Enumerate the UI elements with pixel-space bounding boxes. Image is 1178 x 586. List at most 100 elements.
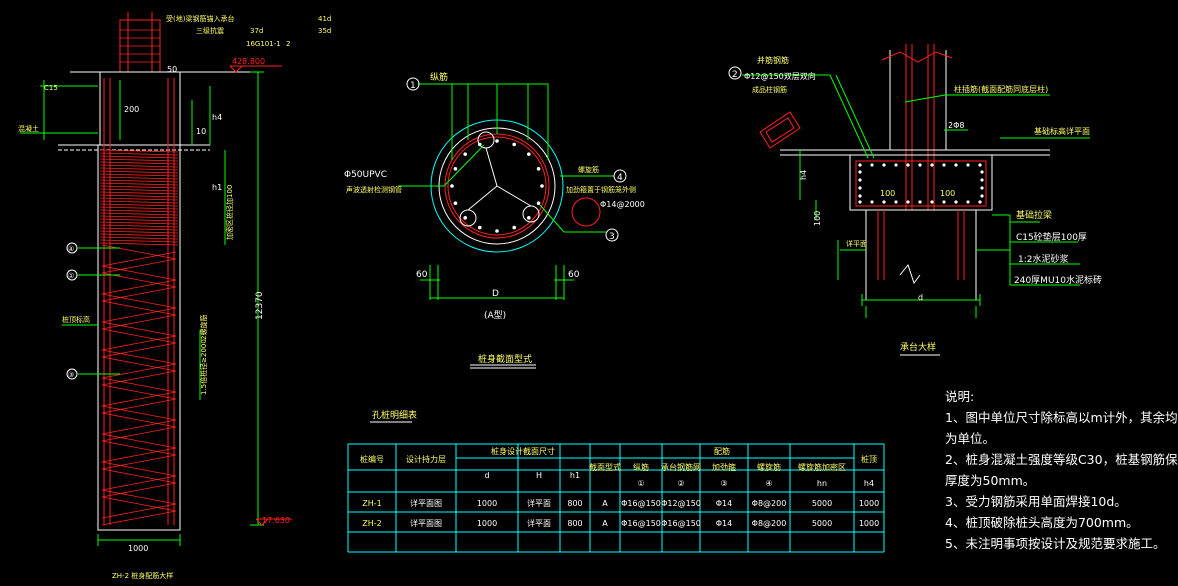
left-top-note2-val: 35d [318, 27, 331, 35]
notes-item-3: 2、桩身混凝土强度等级C30，桩基钢筋保护层 [945, 452, 1178, 467]
section-marker-3: 3 [609, 232, 615, 242]
table-col-luoxuan: 螺旋筋 [757, 462, 781, 472]
left-dim-h1: h1 [212, 183, 222, 192]
left-vertical-label2: 1.5倍桩径≥2000 [199, 339, 208, 395]
notes-item-1: 1、图中单位尺寸除标高以m计外，其余均以mm [945, 410, 1178, 425]
notes-title: 说明: [945, 389, 975, 404]
left-top-note2-mid: 37d [250, 27, 263, 35]
cap-label-e: 基础拉梁 [1016, 209, 1052, 221]
table-col-hn: hn [817, 479, 827, 488]
left-markers: ④ ① ③ [66, 242, 78, 380]
table-cell: ZH-2 [362, 519, 381, 528]
table-col-h4: h4 [864, 479, 874, 488]
table-col-jiaqiang: 承台钢筋网 [661, 462, 701, 472]
table-col-sheji: 设计持力层 [406, 454, 446, 464]
table-cell: Φ16@150 [661, 519, 701, 528]
cap-label-pm: 详平面 [846, 239, 867, 248]
left-top-note3-val: 2 [286, 40, 290, 48]
section-markers: 1 4 3 [406, 77, 627, 242]
table-col-last: 桩顶 [861, 454, 877, 464]
cap-label-h: 240厚MU10水泥标砖 [1014, 274, 1102, 286]
cap-dim-h4: h4 [799, 170, 808, 180]
table-cell: ZH-1 [362, 499, 381, 508]
section-title: 桩身截面型式 [478, 353, 532, 365]
cap-label-f: C15砼垫层100厚 [1016, 231, 1087, 243]
left-label-concrete: 混凝土 [18, 124, 39, 133]
table-cell: Φ16@150 [621, 499, 661, 508]
table-title: 孔桩明细表 [372, 409, 417, 421]
left-top-note1: 受(地)梁钢筋锚入承台 [166, 14, 234, 23]
cap-label-c: 2Φ8 [948, 121, 964, 130]
table-cell: 1000 [477, 519, 497, 528]
table-col-num2: ② [677, 479, 684, 488]
left-top-note3: 16G101-1 [246, 40, 281, 48]
table-cell: 800 [567, 519, 582, 528]
table-col-num1: ① [637, 479, 644, 488]
section-dim-right: 60 [568, 270, 580, 280]
pile-elevation-detail [20, 12, 292, 546]
table-cell: 详平面图 [410, 498, 442, 508]
left-elev-top: 428.800 [232, 57, 265, 66]
section-label-stiff1: 加劲箍置于钢筋笼外侧 [566, 185, 636, 194]
notes-item-2: 为单位。 [945, 431, 996, 446]
left-label-c15: C15 [44, 84, 58, 92]
table-cell: 详平面 [527, 518, 551, 528]
table-col-zhuanghao: 桩编号 [360, 454, 384, 464]
table-cell: 详平面 [527, 498, 551, 508]
table-cell: 5000 [812, 499, 832, 508]
left-vertical-label1: 加密区桩径加100 [225, 185, 234, 240]
table-cell: Φ16@150 [621, 519, 661, 528]
table-cell: Φ8@200 [752, 519, 787, 528]
table-cell: Φ14 [716, 499, 732, 508]
cap-label-d: 基础标高详平面 [1034, 126, 1090, 136]
notes-item-7: 5、未注明事项按设计及规范要求施工。 [945, 536, 1166, 551]
cap-marker-2: 2 [732, 70, 738, 80]
left-caption: ZH-2 桩身配筋大样 [112, 571, 173, 580]
cap-title: 承台大样 [900, 341, 936, 353]
cap-dim-100a: 100 [880, 189, 895, 198]
left-marker-3: ③ [68, 371, 74, 379]
section-label-zongjin: 纵筋 [430, 71, 448, 83]
cap-label-a1: 并筋钢筋 [757, 55, 789, 65]
left-dim-10: 10 [196, 127, 206, 136]
left-dim-200: 200 [124, 105, 139, 114]
table-cell: Φ14 [716, 519, 732, 528]
left-dim-total: 12370 [255, 291, 265, 320]
table-col-num3: ③ [720, 479, 727, 488]
pile-section-drawing [398, 83, 614, 369]
left-marker-1: ① [68, 272, 74, 280]
section-marker-4: 4 [617, 173, 623, 183]
section-dim-left: 60 [416, 270, 428, 280]
left-top-note2: 三级抗震 [196, 26, 224, 35]
table-cell: 5000 [812, 519, 832, 528]
table-cell: A [602, 519, 608, 528]
table-col-h1: h1 [570, 471, 580, 480]
table-cell: 1000 [477, 499, 497, 508]
table-cell: 1000 [859, 519, 879, 528]
table-cell: 800 [567, 499, 582, 508]
cap-markers: 2 [728, 66, 742, 80]
table-cell: 1000 [859, 499, 879, 508]
left-dim-width: 1000 [128, 544, 148, 553]
table-header-group1: 桩身设计截面尺寸 [491, 446, 555, 456]
left-dim-h4: h4 [212, 113, 222, 122]
cap-dim-100c: 100 [813, 211, 822, 226]
notes-item-5: 3、受力钢筋采用单面焊接10d。 [945, 494, 1127, 509]
section-marker-1: 1 [410, 81, 416, 91]
section-label-stiff2: Φ14@2000 [600, 200, 645, 209]
table-col-zongjin: 纵筋 [633, 462, 649, 472]
cap-label-b: 柱插筋(截面配筋同底层柱) [954, 84, 1048, 94]
cap-dim-d: d [918, 293, 923, 302]
section-label-pipe2: 声波透射检测钢管 [346, 185, 402, 194]
design-notes: 说明: 1、图中单位尺寸除标高以m计外，其余均以mm 为单位。 2、桩身混凝土强… [945, 386, 1178, 554]
left-elev-bottom: 17.630 [262, 516, 290, 525]
left-top-note1-val: 41d [318, 15, 331, 23]
notes-item-4: 厚度为50mm。 [945, 473, 1036, 488]
section-label-spiral: 螺旋筋 [578, 165, 599, 174]
table-cell: 详平面图 [410, 518, 442, 528]
left-dim-50: 50 [167, 65, 177, 74]
section-label-pipe1: Φ50UPVC [344, 170, 387, 180]
cap-label-g: 1:2水泥砂浆 [1018, 253, 1069, 265]
cap-dim-100b: 100 [940, 189, 955, 198]
table-col-H: H [536, 471, 542, 480]
